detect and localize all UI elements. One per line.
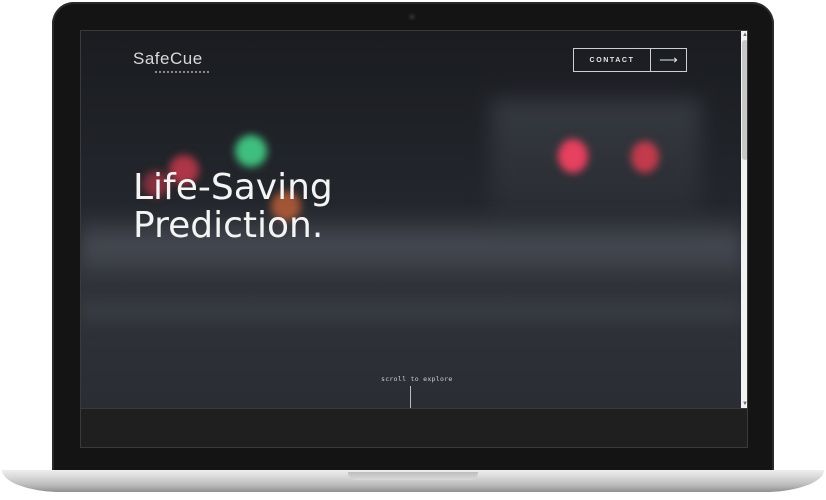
hero-headline: Life-Saving Prediction. (133, 169, 333, 245)
scroll-indicator-line (410, 386, 411, 408)
laptop-opening-notch (348, 472, 478, 480)
laptop-screen: SafeCue CONTACT ⟶ Life-Saving Prediction… (80, 30, 748, 448)
contact-label: CONTACT (574, 49, 651, 71)
headline-line-1: Life-Saving (133, 167, 333, 208)
safecue-logo[interactable]: SafeCue (133, 49, 203, 69)
logo-underline (155, 71, 211, 73)
headline-line-2: Prediction. (133, 205, 324, 246)
logo-text: SafeCue (133, 49, 203, 68)
arrow-right-icon: ⟶ (659, 52, 678, 67)
website-viewport: SafeCue CONTACT ⟶ Life-Saving Prediction… (81, 31, 741, 408)
webcam-icon (408, 13, 416, 21)
scrollbar[interactable]: ▲ ▼ (741, 31, 747, 408)
scroll-down-icon[interactable]: ▼ (741, 400, 747, 408)
blurred-vehicle (491, 99, 701, 219)
tail-light-red (631, 141, 659, 173)
scrollbar-thumb[interactable] (742, 40, 747, 160)
screen-bottom-bezel (81, 408, 747, 447)
contact-button[interactable]: CONTACT ⟶ (573, 48, 687, 72)
blurred-road (81, 291, 741, 331)
tail-light-red (558, 139, 588, 173)
scroll-hint[interactable]: scroll to explore (381, 375, 453, 383)
traffic-light-green (235, 135, 267, 167)
scroll-up-icon[interactable]: ▲ (741, 31, 747, 39)
